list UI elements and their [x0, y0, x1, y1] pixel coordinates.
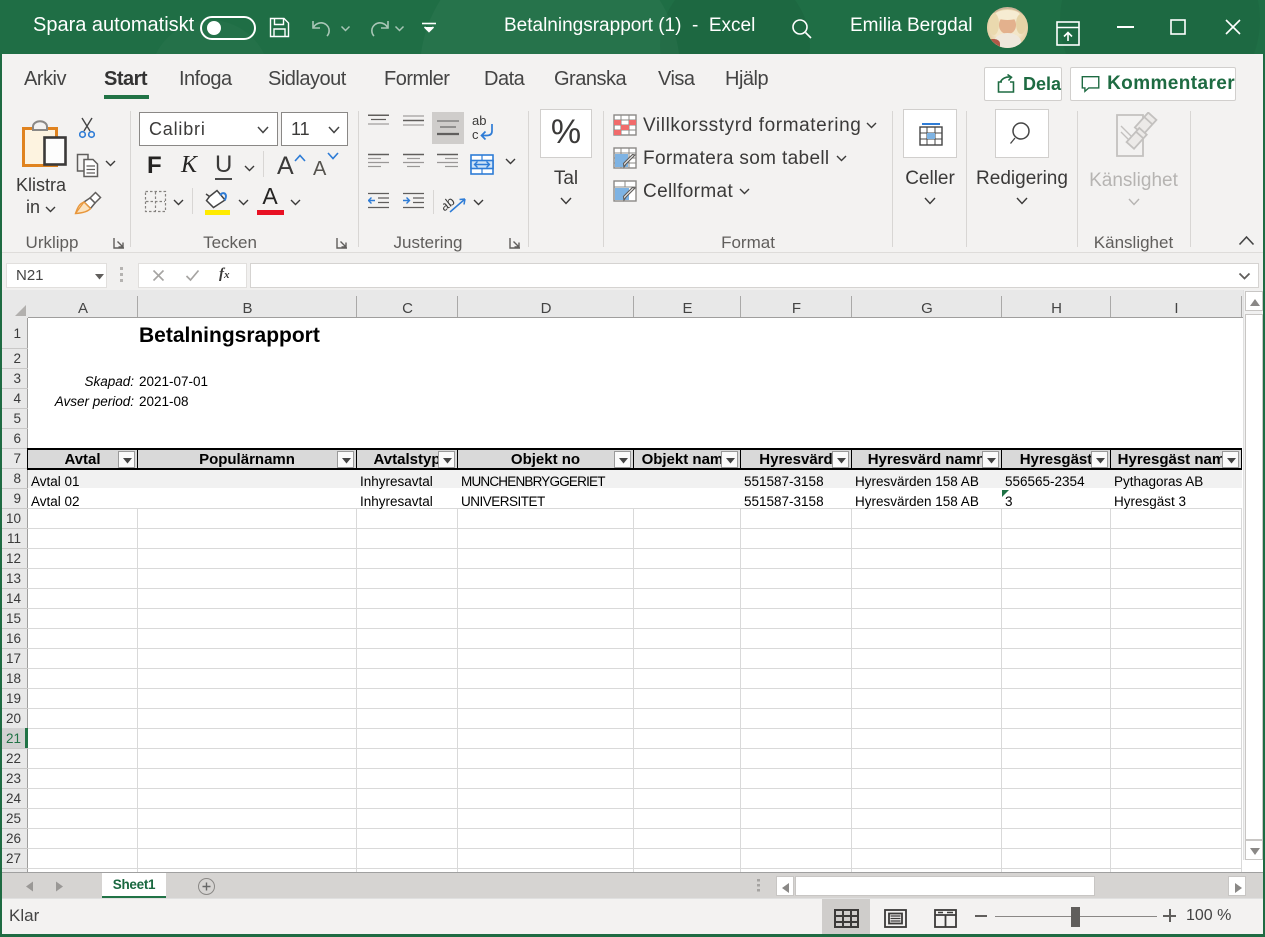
- svg-text:ab: ab: [472, 114, 486, 128]
- svg-text:ab: ab: [443, 193, 458, 213]
- svg-text:c: c: [472, 127, 479, 140]
